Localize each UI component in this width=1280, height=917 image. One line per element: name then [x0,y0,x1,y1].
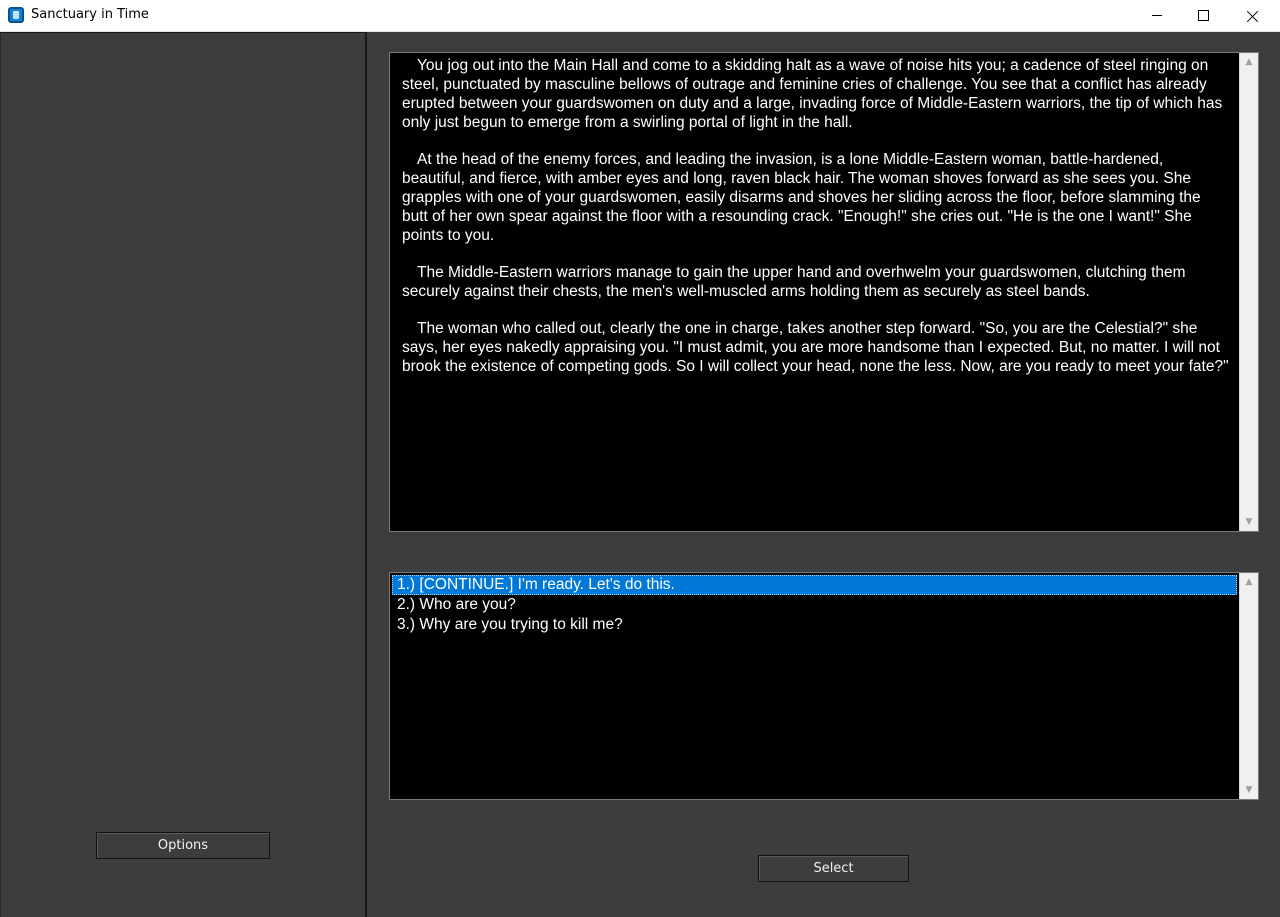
choices-list-box[interactable]: 1.) [CONTINUE.] I'm ready. Let's do this… [389,572,1259,800]
minimize-icon [1152,15,1162,16]
title-bar[interactable]: Sanctuary in Time [0,0,1280,32]
scroll-up-icon[interactable]: ▲ [1240,53,1258,71]
story-paragraph: The Middle-Eastern warriors manage to ga… [402,264,1186,300]
scroll-down-icon[interactable]: ▼ [1240,781,1258,799]
options-button[interactable]: Options [96,832,270,859]
choice-item[interactable]: 3.) Why are you trying to kill me? [392,615,1237,635]
story-text: You jog out into the Main Hall and come … [402,56,1230,394]
close-icon [1247,10,1259,22]
app-icon [8,7,24,23]
maximize-button[interactable] [1180,0,1226,31]
story-scrollbar[interactable]: ▲ ▼ [1239,53,1258,531]
scroll-up-icon[interactable]: ▲ [1240,573,1258,591]
choices-scrollbar[interactable]: ▲ ▼ [1239,573,1258,799]
game-window: Sanctuary in Time Options You jog out in… [0,0,1280,917]
close-button[interactable] [1230,0,1276,31]
scroll-down-icon[interactable]: ▼ [1240,513,1258,531]
story-paragraph: You jog out into the Main Hall and come … [402,57,1223,131]
maximize-icon [1197,10,1209,21]
window-title: Sanctuary in Time [31,7,149,22]
select-button[interactable]: Select [758,855,909,882]
story-paragraph: The woman who called out, clearly the on… [402,320,1229,375]
story-text-box[interactable]: You jog out into the Main Hall and come … [389,52,1259,532]
story-paragraph: At the head of the enemy forces, and lea… [402,151,1201,244]
choice-item[interactable]: 1.) [CONTINUE.] I'm ready. Let's do this… [392,575,1237,595]
left-panel [0,32,367,917]
choice-list: 1.) [CONTINUE.] I'm ready. Let's do this… [392,575,1237,635]
minimize-button[interactable] [1134,0,1180,31]
choice-item[interactable]: 2.) Who are you? [392,595,1237,615]
